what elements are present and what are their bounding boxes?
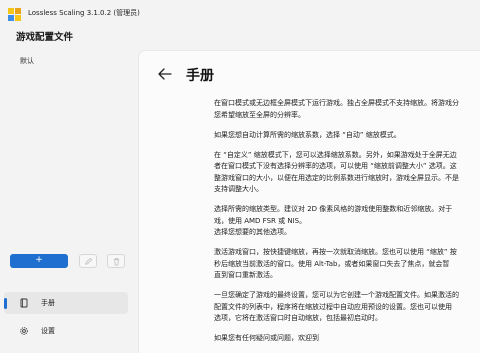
manual-paragraph: 选择所需的缩放类型。建议对 2D 像素风格的游戏使用整数和近邻缩放。对于 戏，使… — [214, 205, 453, 236]
profile-item-default[interactable]: 默认 — [20, 56, 34, 66]
nav-label-manual: 手册 — [41, 299, 55, 307]
nav-item-settings[interactable]: 设置 — [4, 320, 128, 342]
add-profile-button[interactable]: + — [10, 254, 68, 268]
manual-paragraph: 如果您想自动计算所需的缩放系数，选择 “自动” 缩放模式。 — [214, 130, 401, 139]
gear-icon — [20, 327, 28, 335]
sidebar-header: 游戏配置文件 — [16, 32, 74, 43]
nav-label-settings: 设置 — [41, 327, 55, 335]
book-icon — [20, 298, 28, 308]
manual-paragraph: 在 “自定义” 缩放模式下，您可以选择缩放系数。另外，如果游戏处于全屏无边 者在… — [214, 150, 459, 194]
edit-profile-button[interactable] — [79, 254, 97, 268]
manual-paragraph: 一旦您确定了游戏的最终设置，您可以为它创建一个游戏配置文件。如果激活的 配置文件… — [214, 291, 459, 322]
page-title: 手册 — [186, 68, 214, 84]
main-content: 手册 在窗口模式或无边框全屏模式下运行游戏。独占全屏模式不支持缩放。将游戏分 您… — [138, 50, 480, 353]
trash-icon — [113, 257, 119, 266]
delete-profile-button[interactable] — [107, 254, 125, 268]
manual-text: 在窗口模式或无边框全屏模式下运行游戏。独占全屏模式不支持缩放。将游戏分 您希望缩… — [214, 98, 480, 353]
title-bar: Lossless Scaling 3.1.0.2 (管理员) — [0, 0, 480, 28]
window-title: Lossless Scaling 3.1.0.2 (管理员) — [28, 9, 140, 17]
pencil-icon — [84, 257, 92, 265]
app-logo-icon — [8, 8, 21, 21]
manual-paragraph: 激活游戏窗口，按快捷键缩放，再按一次就取消缩放。您也可以使用 “缩放” 按 秒后… — [214, 248, 457, 279]
manual-paragraph: 如果您有任何疑问或问题，欢迎到 — [214, 334, 319, 342]
nav-selected-indicator — [4, 298, 7, 309]
back-arrow-icon[interactable] — [157, 67, 173, 81]
manual-paragraph: 在窗口模式或无边框全屏模式下运行游戏。独占全屏模式不支持缩放。将游戏分 您希望缩… — [214, 99, 459, 119]
nav-item-manual[interactable]: 手册 — [4, 292, 128, 314]
